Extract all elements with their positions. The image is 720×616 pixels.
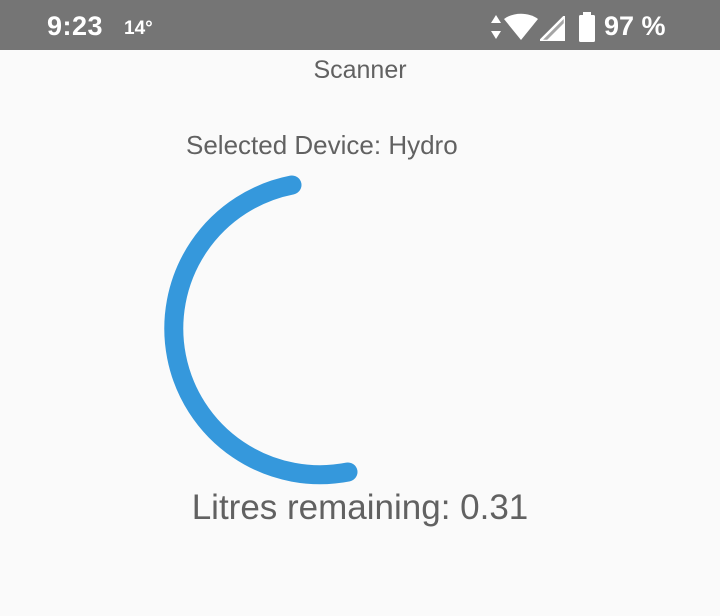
progress-arc-stroke bbox=[164, 175, 358, 485]
selected-device-label: Selected Device: Hydro bbox=[186, 130, 458, 160]
battery-percent: 97 % bbox=[604, 11, 666, 41]
cell-signal-icon bbox=[540, 16, 565, 41]
scanner-screen: 9:23 14° 97 % Scanner Selected Device: H… bbox=[0, 0, 720, 616]
battery-icon bbox=[579, 12, 595, 42]
status-bar: 9:23 14° 97 % bbox=[0, 0, 720, 50]
status-time: 9:23 bbox=[47, 11, 104, 41]
status-temperature: 14° bbox=[124, 18, 153, 39]
wifi-icon bbox=[504, 13, 538, 40]
page-title: Scanner bbox=[313, 56, 407, 84]
litres-remaining-label: Litres remaining: 0.31 bbox=[191, 488, 529, 527]
data-arrows-icon bbox=[491, 15, 501, 39]
